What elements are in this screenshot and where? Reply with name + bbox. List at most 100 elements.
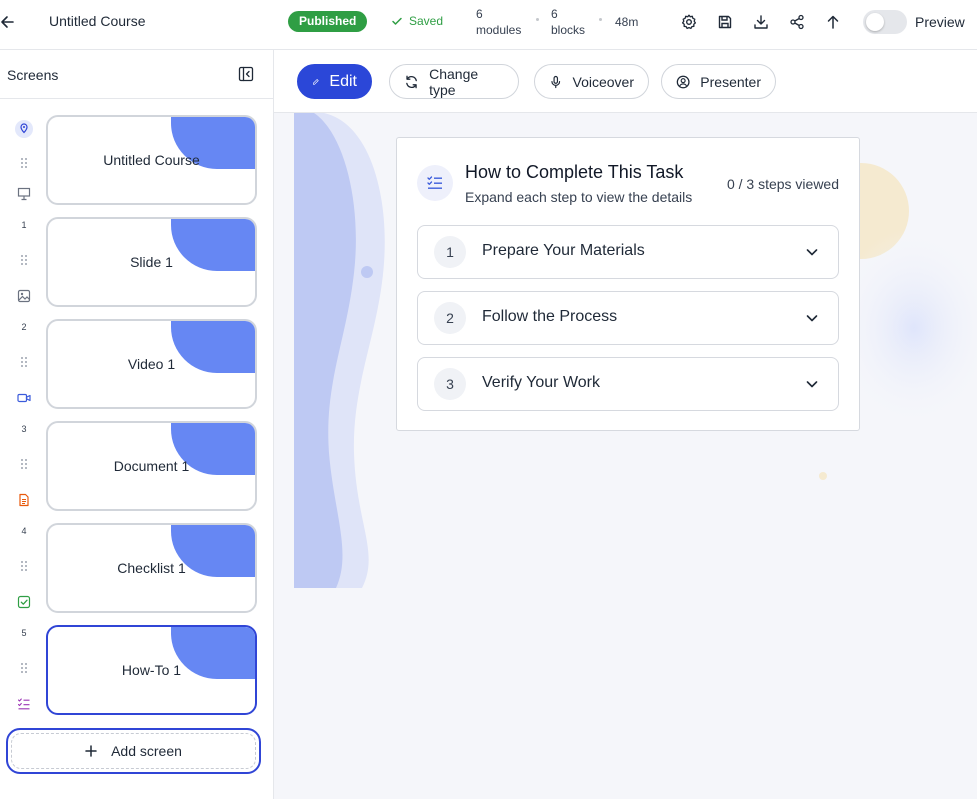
check-icon (392, 17, 402, 25)
chevron-down-icon (806, 315, 818, 322)
collapse-sidebar-button[interactable] (238, 66, 254, 82)
publish-button[interactable] (824, 13, 842, 31)
top-header: Untitled Course Published Saved 6 module… (0, 0, 977, 50)
screen-card-checklist-1[interactable]: Checklist 1 (46, 523, 257, 613)
screen-card-slide-1[interactable]: Slide 1 (46, 217, 257, 307)
save-button[interactable] (716, 13, 734, 31)
blocks-count-value: 6 (551, 7, 558, 21)
user-circle-icon (676, 75, 690, 88)
preview-toggle[interactable] (863, 10, 907, 34)
screens-sidebar: Screens Untitled Course 1 Slide 1 2 Vide… (0, 50, 274, 799)
drag-handle[interactable] (14, 153, 34, 173)
screen-card-untitled-course[interactable]: Untitled Course (46, 115, 257, 205)
add-screen-button[interactable]: Add screen (6, 728, 261, 774)
share-button[interactable] (788, 13, 806, 31)
arrow-left-icon (1, 16, 14, 28)
step-accordion-1[interactable]: 1 Prepare Your Materials (417, 225, 839, 279)
drag-handle[interactable] (14, 454, 34, 474)
drag-handle-icon (21, 561, 27, 571)
screen-index: 3 (21, 424, 27, 434)
screen-type-icon (14, 184, 34, 204)
saved-status: Saved (391, 14, 443, 28)
settings-button[interactable] (680, 13, 698, 31)
sidebar-header: Screens (0, 50, 273, 99)
card-accent-shape (171, 627, 255, 679)
download-icon (754, 15, 768, 29)
download-button[interactable] (752, 13, 770, 31)
editor-toolbar: Edit Change type Voiceover Presenter (274, 50, 977, 113)
share-icon (790, 14, 804, 30)
screen-card-document-1[interactable]: Document 1 (46, 421, 257, 511)
screen-card-label: Video 1 (127, 356, 176, 372)
course-title[interactable]: Untitled Course (49, 13, 146, 29)
list-check-icon (17, 698, 30, 710)
step-accordion-3[interactable]: 3 Verify Your Work (417, 357, 839, 411)
modules-count-value: 6 (476, 7, 483, 21)
screen-card-how-to-1[interactable]: How-To 1 (46, 625, 257, 715)
screen-index: 2 (21, 322, 27, 332)
how-to-icon-badge (417, 165, 453, 201)
screen-card-video-1[interactable]: Video 1 (46, 319, 257, 409)
screen-index: 4 (21, 526, 27, 536)
screen-type-icon (14, 490, 34, 510)
checklist-icon (17, 595, 31, 609)
preview-label: Preview (915, 14, 965, 30)
step-number: 2 (434, 302, 466, 334)
drag-handle[interactable] (14, 352, 34, 372)
preview-toggle-knob (866, 13, 884, 31)
screen-card-label: Checklist 1 (117, 560, 186, 576)
drag-handle-icon (21, 158, 27, 168)
screen-index: 1 (21, 220, 27, 230)
how-to-card: How to Complete This Task Expand each st… (396, 137, 860, 431)
drag-handle-icon (21, 459, 27, 469)
change-type-button[interactable]: Change type (389, 64, 519, 99)
step-number: 3 (434, 368, 466, 400)
duration: 48m (615, 15, 639, 29)
voiceover-button[interactable]: Voiceover (534, 64, 649, 99)
chevron-down-icon (806, 381, 818, 388)
screen-card-label: Untitled Course (103, 152, 200, 168)
blocks-count: 6 blocks (551, 6, 585, 38)
drag-handle-icon (21, 663, 27, 673)
drag-handle-icon (21, 255, 27, 265)
steps-progress: 0 / 3 steps viewed (726, 176, 839, 192)
edit-button[interactable]: Edit (297, 64, 372, 99)
presentation-icon (17, 187, 31, 201)
card-accent-shape (171, 219, 255, 271)
step-title: Verify Your Work (482, 374, 600, 391)
refresh-icon (406, 75, 417, 88)
presenter-label: Presenter (700, 73, 761, 90)
screen-type-icon (14, 286, 34, 306)
step-number: 1 (434, 236, 466, 268)
drag-handle[interactable] (14, 556, 34, 576)
location-pin-icon (15, 120, 33, 138)
drag-handle-icon (21, 357, 27, 367)
step-accordion-2[interactable]: 2 Follow the Process (417, 291, 839, 345)
drag-handle[interactable] (14, 250, 34, 270)
voiceover-label: Voiceover (572, 73, 634, 90)
edit-label: Edit (329, 72, 357, 90)
chevron-down-icon (806, 249, 818, 256)
plus-icon (85, 745, 97, 757)
sidebar-title: Screens (7, 67, 59, 83)
presenter-button[interactable]: Presenter (661, 64, 776, 99)
drag-handle[interactable] (14, 658, 34, 678)
stat-separator (536, 18, 539, 21)
step-title: Follow the Process (482, 308, 618, 325)
screen-card-label: Document 1 (113, 458, 190, 474)
screen-index: 5 (21, 628, 27, 638)
screen-card-label: Slide 1 (130, 254, 173, 270)
modules-count: 6 modules (476, 6, 521, 38)
slide-canvas: How to Complete This Task Expand each st… (274, 113, 977, 799)
settings-icon (681, 14, 697, 30)
save-icon (718, 15, 732, 29)
stat-separator (599, 18, 602, 21)
blocks-count-label: blocks (551, 23, 586, 37)
how-to-title: How to Complete This Task (465, 162, 684, 182)
add-screen-label: Add screen (111, 743, 182, 759)
back-button[interactable] (0, 11, 16, 33)
how-to-subtitle: Expand each step to view the details (465, 189, 693, 205)
video-icon (17, 393, 31, 403)
change-type-label: Change type (429, 65, 479, 98)
step-title: Prepare Your Materials (482, 242, 645, 259)
